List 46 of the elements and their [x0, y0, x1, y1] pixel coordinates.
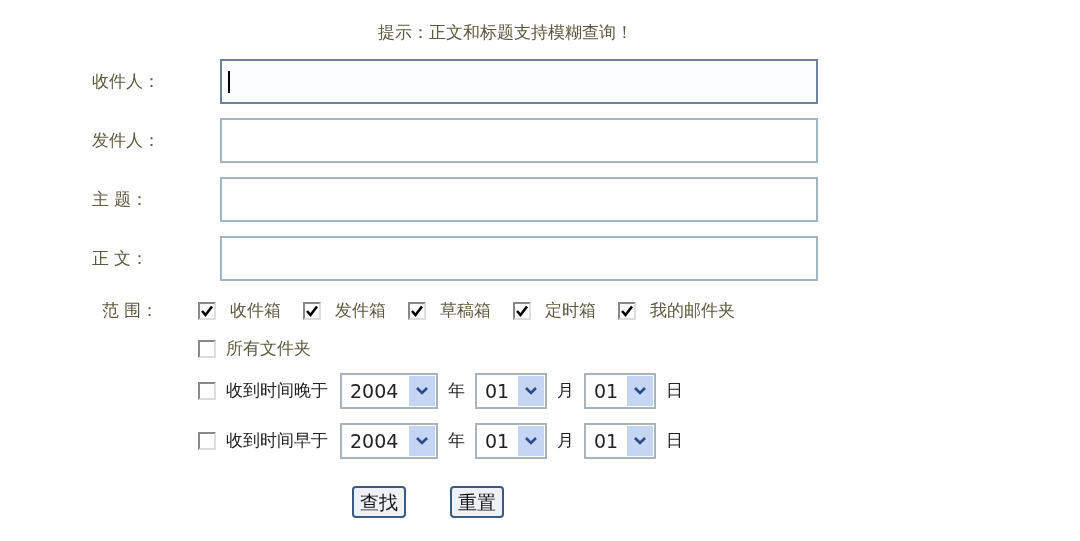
field-label: 主 题：: [91, 187, 150, 211]
checkbox[interactable]: [198, 432, 216, 450]
date-select[interactable]: 01: [475, 373, 547, 409]
chevron-down-icon: [633, 386, 647, 396]
input-field[interactable]: [220, 59, 818, 104]
checkbox-label: 定时箱: [545, 299, 596, 323]
form-button[interactable]: 重置: [450, 486, 504, 518]
checkbox-label: 收件箱: [230, 299, 281, 323]
unit-label: 日: [666, 429, 683, 453]
input-field[interactable]: [220, 118, 818, 163]
date-filter-label: 收到时间晚于: [226, 379, 328, 403]
checkbox[interactable]: [303, 302, 321, 320]
hint-text: 提示：正文和标题支持模糊查询！: [378, 22, 633, 42]
chevron-down-icon: [524, 386, 538, 396]
checkbox[interactable]: [618, 302, 636, 320]
checkbox-label: 发件箱: [335, 299, 386, 323]
checkbox[interactable]: [513, 302, 531, 320]
chevron-down-icon: [633, 436, 647, 446]
checkbox[interactable]: [408, 302, 426, 320]
form-button[interactable]: 查找: [352, 486, 406, 518]
checkbox[interactable]: [198, 340, 216, 358]
checkbox-label: 草稿箱: [440, 299, 491, 323]
date-select[interactable]: 2004: [340, 373, 438, 409]
input-field[interactable]: [220, 236, 818, 281]
field-label: 发件人：: [91, 128, 161, 152]
checkbox-label: 所有文件夹: [226, 337, 311, 361]
unit-label: 年: [448, 429, 465, 453]
checkbox[interactable]: [198, 302, 216, 320]
scope-label: 范 围：: [102, 300, 159, 321]
date-select[interactable]: 01: [584, 373, 656, 409]
checkbox[interactable]: [198, 382, 216, 400]
field-label: 收件人：: [91, 69, 161, 93]
date-filter-label: 收到时间早于: [226, 429, 328, 453]
date-select[interactable]: 01: [584, 423, 656, 459]
date-select[interactable]: 2004: [340, 423, 438, 459]
date-select[interactable]: 01: [475, 423, 547, 459]
unit-label: 年: [448, 379, 465, 403]
unit-label: 日: [666, 379, 683, 403]
unit-label: 月: [557, 379, 574, 403]
field-label: 正 文：: [91, 246, 150, 270]
checkbox-label: 我的邮件夹: [650, 299, 735, 323]
chevron-down-icon: [415, 386, 429, 396]
unit-label: 月: [557, 429, 574, 453]
input-field[interactable]: [220, 177, 818, 222]
chevron-down-icon: [524, 436, 538, 446]
chevron-down-icon: [415, 436, 429, 446]
